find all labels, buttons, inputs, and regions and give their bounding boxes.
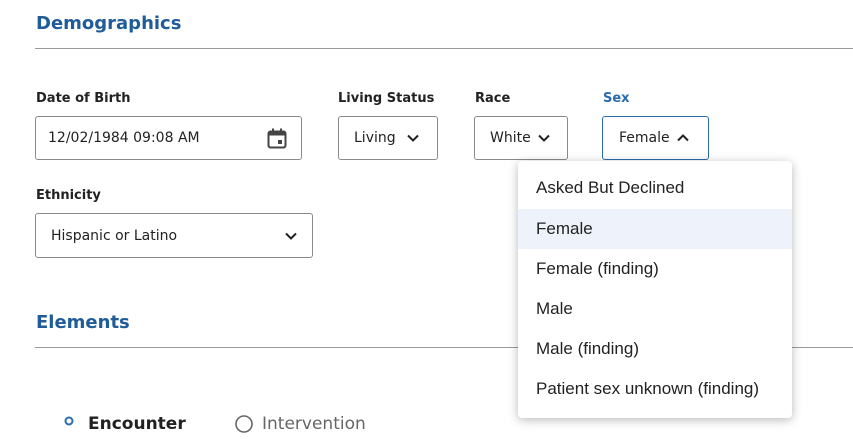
calendar-icon[interactable] [267, 128, 287, 149]
sex-option-asked-but-declined[interactable]: Asked But Declined [518, 168, 792, 208]
sex-label: Sex [603, 91, 630, 106]
chevron-down-icon [284, 229, 298, 243]
dob-value: 12/02/1984 09:08 AM [48, 130, 200, 146]
chevron-up-icon [676, 131, 690, 145]
tab-encounter[interactable]: Encounter [62, 414, 186, 434]
sex-select[interactable]: Female [602, 116, 709, 160]
dob-label: Date of Birth [36, 91, 131, 106]
intervention-icon [234, 414, 254, 434]
race-value: White [490, 130, 531, 146]
chevron-down-icon [406, 131, 420, 145]
race-label: Race [475, 91, 511, 106]
sex-value: Female [619, 130, 670, 146]
dob-input[interactable]: 12/02/1984 09:08 AM [35, 116, 302, 160]
living-status-value: Living [354, 130, 396, 146]
ethnicity-label: Ethnicity [36, 188, 101, 203]
tab-intervention[interactable]: Intervention [234, 414, 366, 434]
demographics-title: Demographics [36, 13, 182, 34]
demographics-divider [35, 48, 853, 49]
chevron-down-icon [537, 131, 551, 145]
elements-title: Elements [36, 312, 130, 333]
race-select[interactable]: White [474, 116, 568, 160]
sex-option-female-finding[interactable]: Female (finding) [518, 249, 792, 289]
tab-encounter-label: Encounter [88, 414, 186, 434]
living-status-label: Living Status [338, 91, 435, 106]
living-status-select[interactable]: Living [338, 116, 438, 160]
sex-option-female[interactable]: Female [518, 209, 792, 249]
map-pin-icon [62, 416, 76, 432]
sex-option-unknown-finding[interactable]: Patient sex unknown (finding) [518, 369, 792, 409]
sex-dropdown-menu: Asked But Declined Female Female (findin… [518, 161, 792, 418]
ethnicity-select[interactable]: Hispanic or Latino [35, 213, 313, 258]
sex-option-male[interactable]: Male [518, 289, 792, 329]
sex-option-male-finding[interactable]: Male (finding) [518, 329, 792, 369]
ethnicity-value: Hispanic or Latino [51, 227, 178, 244]
tab-intervention-label: Intervention [262, 414, 366, 434]
